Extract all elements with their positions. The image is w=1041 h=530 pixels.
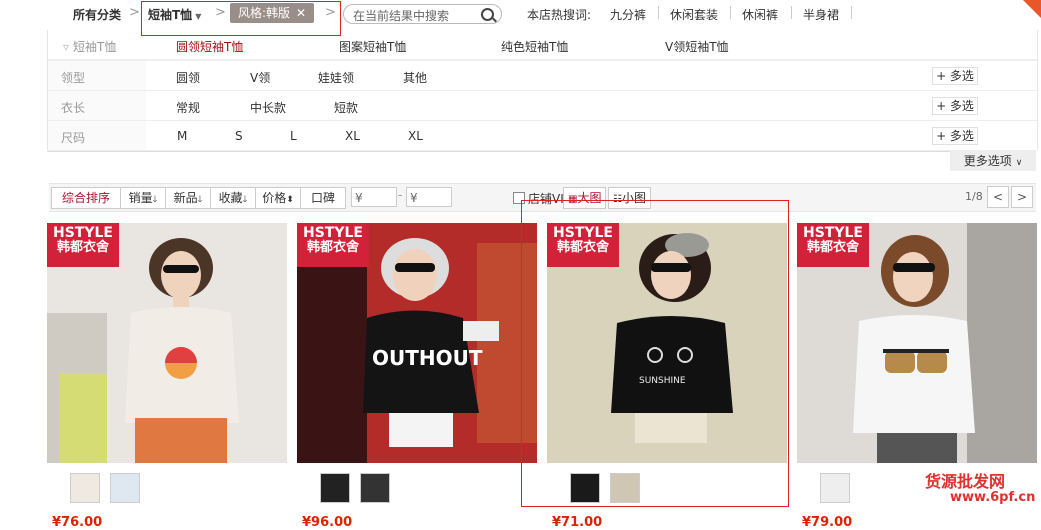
multi-select-button[interactable]: + 多选 (932, 67, 978, 85)
filter-label: 领型 (61, 71, 86, 85)
page-indicator: 1/8 (965, 190, 983, 203)
filter-row-size: 尺码 M S L XL XL + 多选 (48, 120, 1037, 151)
filter-option[interactable]: 图案短袖T恤 (339, 38, 406, 55)
filter-row-length: 衣长 常规 中长款 短款 + 多选 (48, 90, 1037, 120)
chevron-down-icon: ∨ (1015, 158, 1023, 168)
hot-words-label: 本店热搜词: (527, 8, 592, 22)
filter-option[interactable]: S (235, 129, 243, 143)
sort-label: 价格 (262, 191, 287, 205)
color-thumbnail[interactable] (820, 473, 850, 503)
filter-label: 衣长 (61, 101, 86, 115)
sort-label: 收藏 (218, 191, 243, 205)
chevron-down-icon: ▿ (63, 40, 70, 54)
brand-logo: HSTYLE 韩都衣舍 (297, 223, 369, 267)
hot-word-link[interactable]: 九分裤 (610, 6, 646, 23)
divider (658, 6, 659, 19)
filter-label: ▿ 短袖T恤 (63, 38, 116, 55)
sort-comprehensive[interactable]: 综合排序 (51, 187, 121, 209)
filter-option[interactable]: V领短袖T恤 (665, 38, 729, 55)
filter-option[interactable]: M (177, 129, 187, 143)
brand-logo: HSTYLE 韩都衣舍 (47, 223, 119, 267)
color-thumbnail[interactable] (320, 473, 350, 503)
filter-label: 尺码 (61, 131, 86, 145)
hot-word-link[interactable]: 休闲裤 (742, 6, 778, 23)
brand-name-en: HSTYLE (803, 225, 863, 241)
multi-select-button[interactable]: + 多选 (932, 97, 978, 115)
filter-panel: ▿ 短袖T恤 圆领短袖T恤 图案短袖T恤 纯色短袖T恤 V领短袖T恤 领型 圆领 … (47, 30, 1038, 151)
product-image[interactable]: OUTHOUT HSTYLE 韩都衣舍 (297, 223, 537, 463)
filter-option[interactable]: 纯色短袖T恤 (501, 38, 568, 55)
corner-flag-icon (1023, 0, 1041, 18)
watermark-text: 货源批发网 (925, 472, 1006, 491)
filter-option[interactable]: 短款 (334, 99, 358, 116)
sort-label: 新品 (173, 191, 198, 205)
all-categories-link[interactable]: 所有分类 (73, 6, 121, 23)
color-thumbnail[interactable] (70, 473, 100, 503)
price-max-input[interactable]: ¥ (406, 187, 452, 207)
more-options-label: 更多选项 (963, 154, 1012, 168)
watermark-url: www.6pf.cn (950, 489, 1036, 505)
search-input[interactable]: 在当前结果中搜索 (343, 4, 502, 24)
product-image[interactable]: HSTYLE 韩都衣舍 (47, 223, 287, 463)
sort-price[interactable]: 价格⬍ (255, 187, 301, 209)
category-filter-label: 短袖T恤 (73, 40, 117, 54)
more-options-button[interactable]: 更多选项 ∨ (950, 151, 1036, 171)
filter-option[interactable]: 常规 (176, 99, 200, 116)
sort-sales[interactable]: 销量🡓 (120, 187, 166, 209)
price-dash: - (398, 188, 403, 202)
filter-option[interactable]: 娃娃领 (318, 69, 354, 86)
sort-new[interactable]: 新品🡓 (165, 187, 211, 209)
brand-name-en: HSTYLE (53, 225, 113, 241)
hot-word-link[interactable]: 休闲套装 (670, 6, 718, 23)
sort-label: 销量 (128, 191, 153, 205)
divider (851, 6, 852, 19)
sort-favorites[interactable]: 收藏🡓 (210, 187, 256, 209)
arrow-down-icon: 🡓 (152, 195, 158, 205)
prev-page-button[interactable]: < (987, 186, 1009, 208)
filter-option[interactable]: 中长款 (250, 99, 286, 116)
divider (791, 6, 792, 19)
filter-row-category: ▿ 短袖T恤 圆领短袖T恤 图案短袖T恤 纯色短袖T恤 V领短袖T恤 (48, 30, 1037, 60)
sort-updown-icon: ⬍ (286, 195, 294, 205)
search-placeholder: 在当前结果中搜索 (353, 9, 450, 23)
filter-option[interactable]: 圆领 (176, 69, 200, 86)
search-icon[interactable] (481, 8, 494, 21)
brand-name-en: HSTYLE (303, 225, 363, 241)
brand-logo: HSTYLE 韩都衣舍 (797, 223, 869, 267)
color-thumbnail[interactable] (110, 473, 140, 503)
arrow-down-icon: 🡓 (242, 195, 248, 205)
brand-name-cn: 韩都衣舍 (306, 239, 359, 255)
filter-option[interactable]: 其他 (403, 69, 427, 86)
multi-select-button[interactable]: + 多选 (932, 127, 978, 145)
svg-text:OUTHOUT: OUTHOUT (372, 346, 483, 370)
product-image[interactable]: HSTYLE 韩都衣舍 (797, 223, 1037, 463)
arrow-down-icon: 🡓 (197, 195, 203, 205)
filter-option[interactable]: 圆领短袖T恤 (176, 38, 243, 55)
filter-option[interactable]: V领 (250, 69, 270, 86)
hot-word-link[interactable]: 半身裙 (803, 6, 839, 23)
filter-row-collar: 领型 圆领 V领 娃娃领 其他 + 多选 (48, 60, 1037, 90)
color-thumbnail[interactable] (360, 473, 390, 503)
sort-reputation[interactable]: 口碑 (300, 187, 346, 209)
chevron-right-icon: > (129, 5, 140, 20)
brand-name-cn: 韩都衣舍 (56, 239, 109, 255)
divider (47, 151, 950, 152)
next-page-button[interactable]: > (1011, 186, 1033, 208)
product-card: OUTHOUT HSTYLE 韩都衣舍 ¥96.00 (297, 223, 537, 530)
product-card: HSTYLE 韩都衣舍 ¥76.00 (47, 223, 287, 530)
price-min-input[interactable]: ¥ (351, 187, 397, 207)
watermark: 货源批发网 www.6pf.cn (925, 473, 1035, 505)
filter-option[interactable]: XL (408, 129, 423, 143)
annotation-box (521, 200, 789, 507)
divider (730, 6, 731, 19)
brand-name-cn: 韩都衣舍 (806, 239, 859, 255)
filter-option[interactable]: XL (345, 129, 360, 143)
filter-option[interactable]: L (290, 129, 297, 143)
